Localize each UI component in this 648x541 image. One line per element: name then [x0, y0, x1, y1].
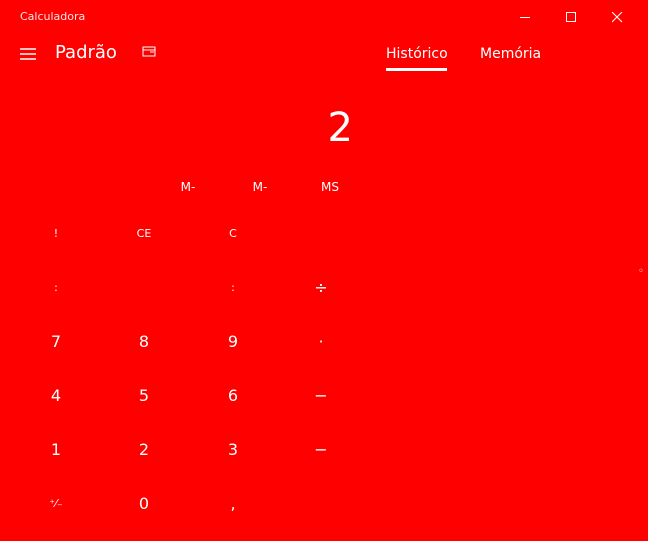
memory-subtract-button-2[interactable]: M-	[230, 180, 290, 194]
add-button[interactable]: −	[285, 426, 357, 472]
maximize-icon	[565, 11, 576, 22]
clear-entry-button[interactable]: CE	[108, 210, 180, 256]
hamburger-icon	[20, 48, 36, 60]
subtract-button[interactable]: −	[285, 372, 357, 418]
close-icon	[611, 11, 622, 22]
negate-button[interactable]: ⁺⁄₋	[20, 480, 92, 526]
tab-memory[interactable]: Memória	[480, 46, 541, 62]
reciprocal-button[interactable]: :	[20, 264, 92, 310]
resize-handle[interactable]: ◦	[638, 266, 644, 277]
window-title: Calculadora	[20, 10, 86, 23]
digit-0-button[interactable]: 0	[108, 480, 180, 526]
tab-history[interactable]: Histórico	[386, 46, 448, 62]
digit-6-button[interactable]: 6	[197, 372, 269, 418]
digit-8-button[interactable]: 8	[108, 318, 180, 364]
digit-5-button[interactable]: 5	[108, 372, 180, 418]
digit-9-button[interactable]: 9	[197, 318, 269, 364]
memory-store-button[interactable]: MS	[300, 180, 360, 194]
square-button[interactable]	[108, 264, 180, 310]
divide-button[interactable]: ÷	[285, 264, 357, 310]
keep-on-top-icon	[142, 46, 156, 57]
percent-button[interactable]: !	[20, 210, 92, 256]
maximize-button[interactable]	[548, 0, 594, 34]
clear-button[interactable]: C	[197, 210, 269, 256]
digit-2-button[interactable]: 2	[108, 426, 180, 472]
calculator-mode-title: Padrão	[55, 42, 117, 63]
memory-subtract-button[interactable]: M-	[158, 180, 218, 194]
backspace-button[interactable]	[285, 210, 357, 256]
navigation-menu-button[interactable]	[18, 44, 38, 64]
decimal-button[interactable]: ,	[197, 480, 269, 526]
minimize-button[interactable]	[502, 0, 548, 34]
digit-7-button[interactable]: 7	[20, 318, 92, 364]
digit-1-button[interactable]: 1	[20, 426, 92, 472]
keep-on-top-button[interactable]	[142, 45, 158, 61]
square-root-button[interactable]: :	[197, 264, 269, 310]
result-display: 2	[327, 105, 353, 151]
equals-button[interactable]	[285, 480, 357, 526]
digit-3-button[interactable]: 3	[197, 426, 269, 472]
digit-4-button[interactable]: 4	[20, 372, 92, 418]
tab-history-indicator	[386, 68, 447, 71]
minimize-icon	[519, 16, 530, 18]
multiply-button[interactable]: ·	[285, 318, 357, 364]
close-button[interactable]	[594, 0, 640, 34]
